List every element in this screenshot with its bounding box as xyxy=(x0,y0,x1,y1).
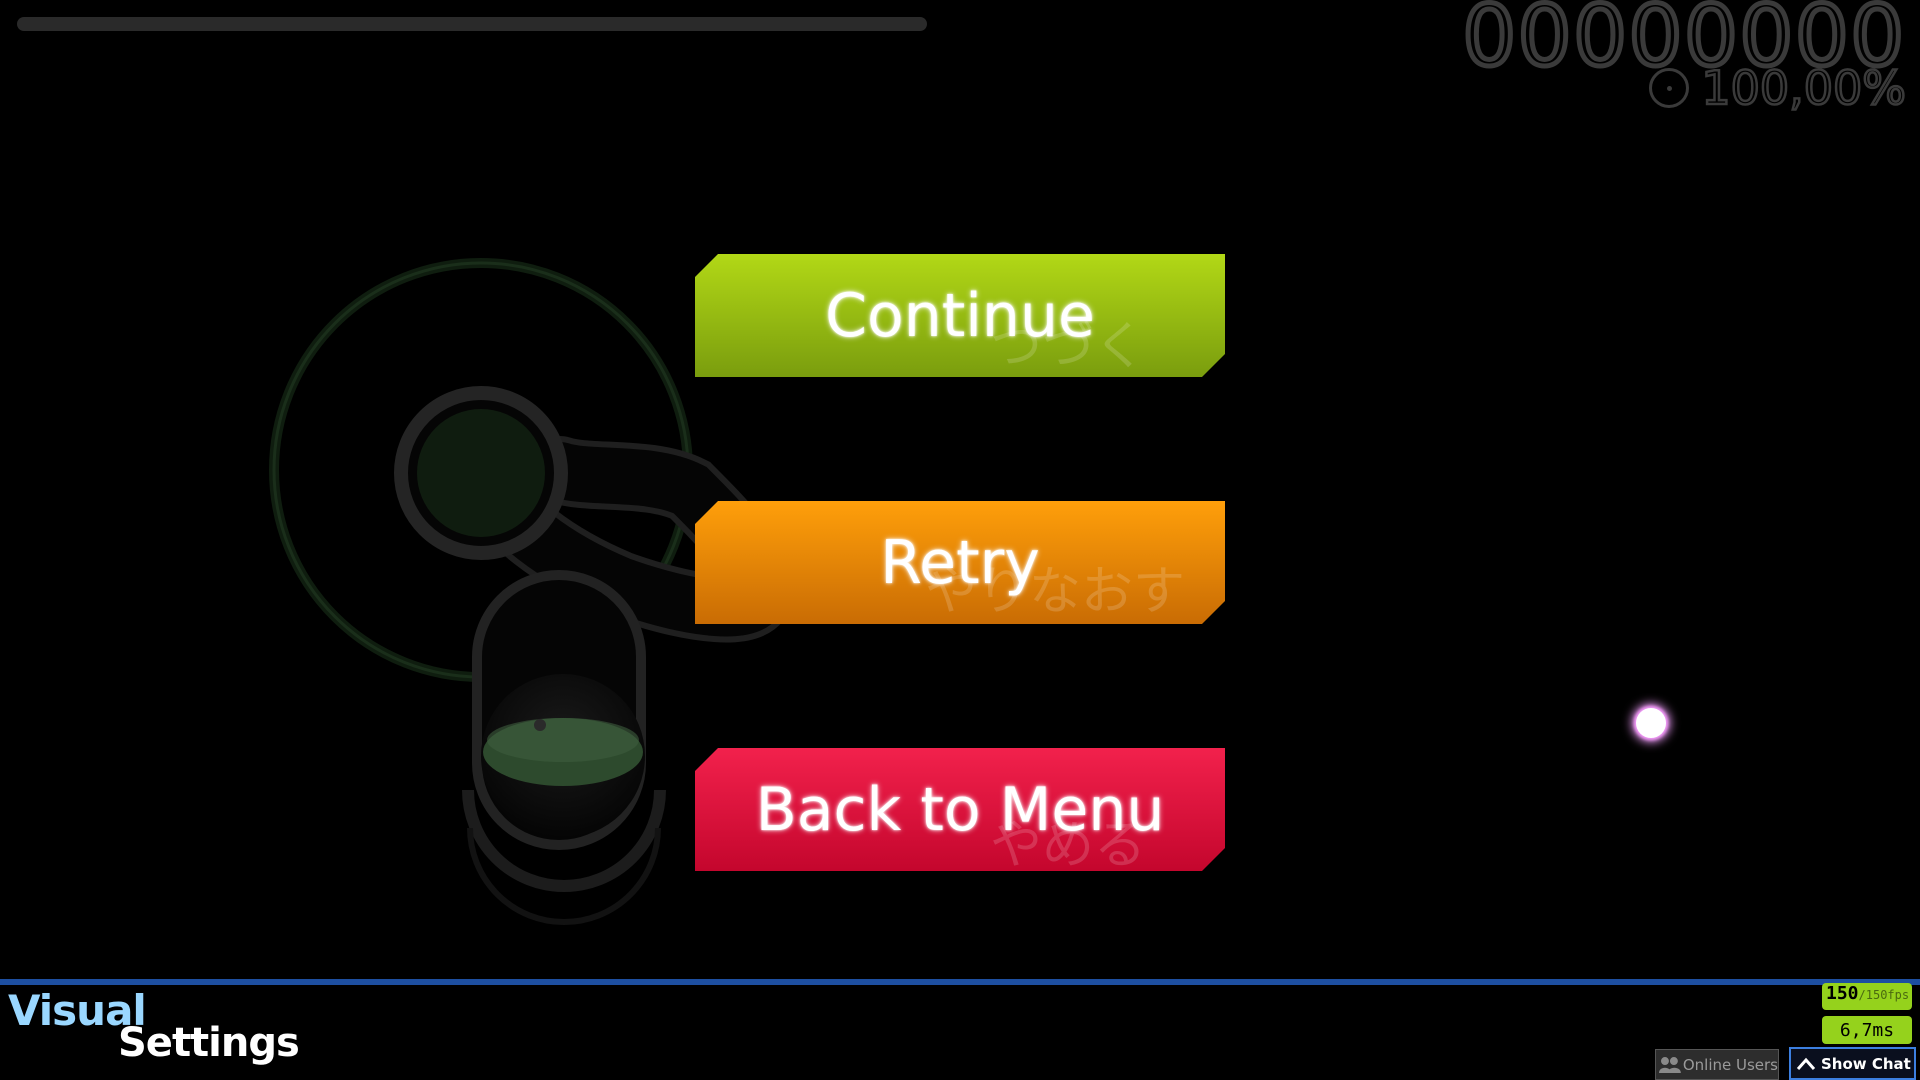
show-chat-button[interactable]: Show Chat xyxy=(1789,1047,1916,1080)
accuracy-display: 100,00% xyxy=(1649,60,1907,117)
back-to-menu-button[interactable]: やめる Back to Menu xyxy=(695,748,1225,871)
frame-time-counter: 6,7ms xyxy=(1822,1016,1912,1044)
accuracy-pie-icon xyxy=(1649,68,1690,108)
accuracy-value: 100,00% xyxy=(1700,60,1907,117)
chevron-up-icon xyxy=(1796,1057,1816,1070)
cursor xyxy=(1636,708,1666,738)
online-users-button[interactable]: Online Users xyxy=(1655,1049,1779,1080)
fps-limit: /150fps xyxy=(1858,988,1910,1002)
visual-settings-title-bottom[interactable]: Settings xyxy=(118,1020,300,1066)
show-chat-label: Show Chat xyxy=(1821,1054,1911,1073)
song-progress-bar xyxy=(17,17,927,31)
back-to-menu-button-label: Back to Menu xyxy=(755,774,1165,845)
game-screen: 00000000 100,00% つづく Continue やりなおす Retr… xyxy=(0,0,1920,1080)
fps-current: 150 xyxy=(1826,983,1859,1004)
retry-button[interactable]: やりなおす Retry xyxy=(695,501,1225,624)
fps-counter: 150 /150fps xyxy=(1822,983,1912,1010)
retry-button-label: Retry xyxy=(880,527,1040,598)
continue-button-label: Continue xyxy=(825,280,1095,351)
continue-button[interactable]: つづく Continue xyxy=(695,254,1225,377)
bottom-divider xyxy=(0,979,1920,985)
online-users-label: Online Users xyxy=(1682,1055,1778,1074)
users-icon xyxy=(1659,1056,1681,1073)
